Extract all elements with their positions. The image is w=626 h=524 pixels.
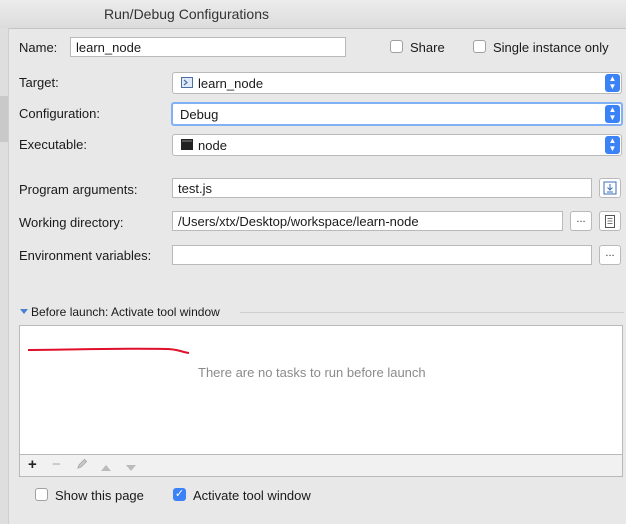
expand-field-button[interactable]	[599, 178, 621, 198]
working-directory-field[interactable]: /Users/xtx/Desktop/workspace/learn-node	[172, 211, 563, 231]
executable-label: Executable:	[19, 137, 87, 152]
macro-button[interactable]	[599, 211, 621, 231]
environment-variables-browse-button[interactable]: ...	[599, 245, 621, 265]
activate-tool-window-label: Activate tool window	[193, 488, 311, 503]
target-value: learn_node	[198, 76, 264, 91]
environment-variables-field[interactable]	[172, 245, 592, 265]
move-up-icon[interactable]	[100, 460, 112, 476]
share-checkbox[interactable]	[390, 40, 403, 53]
section-separator	[240, 312, 624, 313]
expand-icon	[603, 181, 617, 195]
add-icon[interactable]: +	[28, 457, 37, 473]
show-this-page-label: Show this page	[55, 488, 144, 503]
name-label: Name:	[19, 40, 58, 55]
configuration-label: Configuration:	[19, 106, 100, 121]
remove-icon[interactable]: −	[52, 457, 61, 473]
annotation-underline	[27, 347, 190, 354]
module-icon	[181, 77, 193, 88]
executable-value: node	[198, 138, 227, 153]
config-tree-edge	[0, 28, 9, 524]
window-title: Run/Debug Configurations	[104, 6, 269, 22]
executable-combo[interactable]: node ▲ ▼	[172, 134, 622, 156]
share-label: Share	[410, 40, 445, 55]
working-directory-label: Working directory:	[19, 215, 124, 230]
collapse-triangle-icon[interactable]	[20, 309, 28, 314]
configuration-combo[interactable]: Debug ▲ ▼	[171, 102, 623, 126]
tasks-toolbar: + −	[19, 455, 623, 477]
single-instance-label: Single instance only	[493, 40, 609, 55]
terminal-icon	[181, 139, 193, 150]
chevron-updown-icon: ▲ ▼	[605, 74, 620, 92]
name-field[interactable]: learn_node	[70, 37, 346, 57]
program-arguments-label: Program arguments:	[19, 182, 138, 197]
document-icon	[605, 215, 615, 228]
tree-selection-edge	[0, 96, 8, 142]
edit-icon[interactable]	[76, 458, 88, 474]
configuration-value: Debug	[180, 107, 219, 122]
chevron-updown-icon: ▲ ▼	[605, 105, 620, 123]
show-this-page-checkbox[interactable]	[35, 488, 48, 501]
title-bar: Run/Debug Configurations	[0, 0, 626, 29]
chevron-updown-icon: ▲ ▼	[605, 136, 620, 154]
environment-variables-label: Environment variables:	[19, 248, 152, 263]
target-combo[interactable]: learn_node ▲ ▼	[172, 72, 622, 94]
browse-button[interactable]: ...	[570, 211, 592, 231]
before-launch-task-list[interactable]: There are no tasks to run before launch	[19, 325, 623, 455]
checkmark-icon: ✓	[174, 488, 185, 500]
target-label: Target:	[19, 75, 59, 90]
empty-tasks-text: There are no tasks to run before launch	[198, 365, 426, 380]
single-instance-checkbox[interactable]	[473, 40, 486, 53]
activate-tool-window-checkbox[interactable]: ✓	[173, 488, 186, 501]
before-launch-title[interactable]: Before launch: Activate tool window	[31, 305, 220, 319]
move-down-icon[interactable]	[125, 460, 137, 476]
program-arguments-field[interactable]: test.js	[172, 178, 592, 198]
